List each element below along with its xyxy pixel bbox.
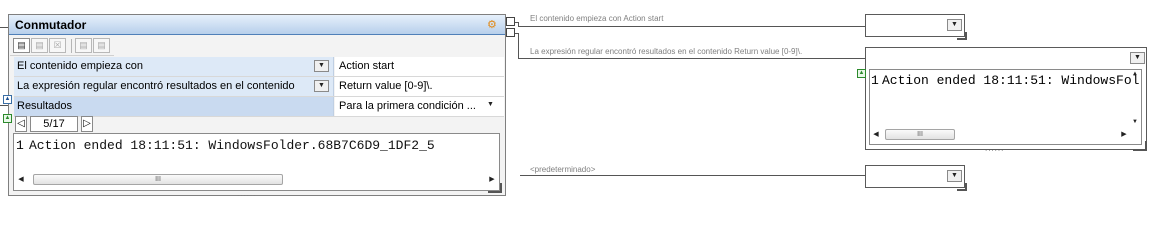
dropdown-arrow-icon[interactable]: ▼ <box>947 170 962 182</box>
collapse-up-icon[interactable]: ▲ <box>3 95 12 104</box>
switcher-title: Conmutador <box>15 18 87 32</box>
connector-line <box>518 26 865 27</box>
page-indicator: 5/17 <box>30 116 78 132</box>
move-up-icon[interactable]: ▤ <box>75 38 92 53</box>
switcher-title-bar[interactable]: Conmutador ⚙ <box>9 15 505 35</box>
condition-dropdown-arrow-icon[interactable]: ▼ <box>314 60 329 72</box>
preview-text-line: Action ended 18:11:51: WindowsFolder <box>882 73 1140 88</box>
scroll-left-icon[interactable]: ◀ <box>15 173 27 186</box>
results-select[interactable]: Para la primera condición ... ▼ <box>335 97 504 116</box>
settings-gear-icon[interactable]: ⚙ <box>487 19 503 31</box>
results-dropdown-arrow-icon[interactable]: ▼ <box>483 100 498 112</box>
expand-preview-icon[interactable]: ▲ <box>857 69 866 78</box>
resize-corner-icon[interactable] <box>1133 141 1147 151</box>
next-result-icon[interactable]: ▷ <box>81 116 93 132</box>
resize-corner-icon[interactable] <box>488 183 502 193</box>
previous-result-icon[interactable]: ◁ <box>15 116 27 132</box>
connection-label: <predeterminado> <box>530 165 596 174</box>
condition-type-label: El contenido empieza con <box>17 60 143 72</box>
toolbar-divider <box>71 39 72 53</box>
add-condition-icon[interactable]: ▤ <box>13 38 30 53</box>
scroll-right-icon[interactable]: ▶ <box>1119 128 1129 141</box>
output-port-icon[interactable] <box>506 28 515 37</box>
horizontal-scrollbar[interactable]: ◀ III ▶ <box>15 173 498 186</box>
scrollbar-thumb[interactable]: III <box>885 129 955 140</box>
resize-corner-icon[interactable] <box>957 183 967 191</box>
condition-type-label: La expresión regular encontró resultados… <box>17 80 295 92</box>
result-text-line: Action ended 18:11:51: WindowsFolder.68B… <box>29 138 435 153</box>
connector-line <box>518 58 865 59</box>
connection-label: La expresión regular encontró resultados… <box>530 47 803 56</box>
switcher-left-connector <box>0 27 8 28</box>
connection-label: El contenido empieza con Action start <box>530 14 664 23</box>
switcher-toolbar: ▤ ▤ ☒ ▤ ▤ <box>10 36 114 56</box>
scrollbar-thumb[interactable]: III <box>33 174 283 185</box>
dropdown-arrow-icon[interactable]: ▼ <box>1130 52 1145 64</box>
results-value: Para la primera condición ... <box>339 100 476 112</box>
target-select-box[interactable]: ▼ <box>865 14 967 40</box>
resize-grip[interactable]: ...... <box>237 190 256 198</box>
resize-grip[interactable]: ...... <box>985 145 1004 153</box>
delete-condition-icon[interactable]: ☒ <box>49 38 66 53</box>
line-number: 1 <box>16 138 24 153</box>
expand-preview-icon[interactable]: ▲ <box>3 114 12 123</box>
vertical-scrollbar[interactable]: ▲ ▼ <box>1130 71 1140 131</box>
target-text-preview[interactable]: 1 Action ended 18:11:51: WindowsFolder ▲… <box>869 69 1142 145</box>
condition-value-field[interactable]: Return value [0-9]\. <box>335 77 504 96</box>
scroll-down-icon[interactable]: ▼ <box>1130 119 1140 125</box>
result-pager: ◁ 5/17 ▷ <box>13 115 99 133</box>
output-port-icon[interactable] <box>506 17 515 26</box>
target-select-box[interactable]: ▼ <box>865 165 967 191</box>
move-down-icon[interactable]: ▤ <box>93 38 110 53</box>
results-label-cell: Resultados <box>14 97 334 116</box>
scroll-up-icon[interactable]: ▲ <box>1130 71 1140 77</box>
horizontal-scrollbar[interactable]: ◀ III ▶ <box>871 128 1129 141</box>
results-row[interactable]: Resultados Para la primera condición ...… <box>14 97 504 117</box>
dropdown-arrow-icon[interactable]: ▼ <box>947 19 962 31</box>
connector-line <box>520 175 865 176</box>
condition-type-select[interactable]: El contenido empieza con ▼ <box>14 57 334 76</box>
condition-row[interactable]: La expresión regular encontró resultados… <box>14 77 504 97</box>
connector-line <box>518 33 519 59</box>
condition-value-field[interactable]: Action start <box>335 57 504 76</box>
switcher-component[interactable]: Conmutador ⚙ ▤ ▤ ☒ ▤ ▤ El contenido empi… <box>3 14 506 198</box>
scroll-left-icon[interactable]: ◀ <box>871 128 881 141</box>
line-number: 1 <box>871 73 879 88</box>
resize-corner-icon[interactable] <box>957 32 967 40</box>
condition-type-select[interactable]: La expresión regular encontró resultados… <box>14 77 334 96</box>
condition-dropdown-arrow-icon[interactable]: ▼ <box>314 80 329 92</box>
insert-condition-icon[interactable]: ▤ <box>31 38 48 53</box>
results-left-connector <box>0 105 8 106</box>
condition-row[interactable]: El contenido empieza con ▼ Action start <box>14 57 504 77</box>
result-text-preview[interactable]: 1 Action ended 18:11:51: WindowsFolder.6… <box>13 133 500 191</box>
results-label: Resultados <box>17 100 73 112</box>
